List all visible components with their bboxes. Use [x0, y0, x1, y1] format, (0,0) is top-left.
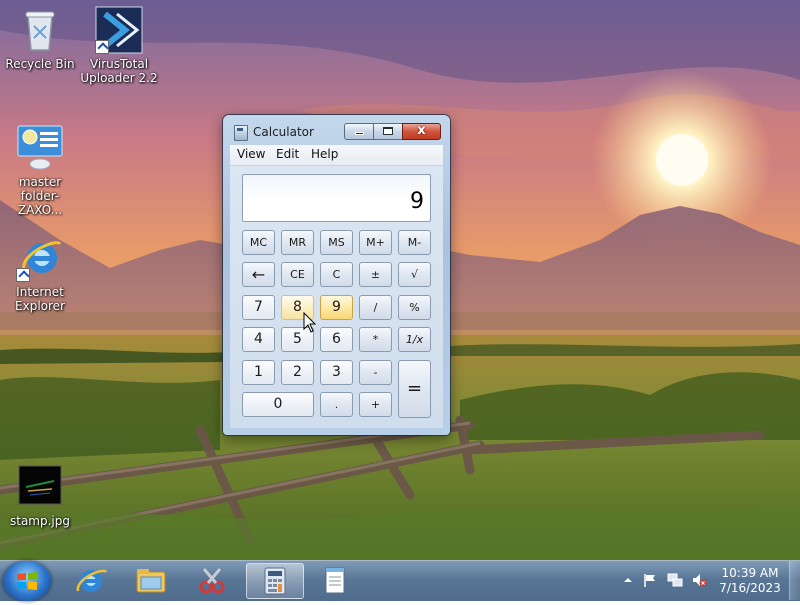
notepad-icon: [325, 567, 345, 594]
digit-3-button[interactable]: 3: [320, 360, 353, 385]
multiply-button[interactable]: *: [359, 327, 392, 352]
result-display: 9: [242, 174, 431, 222]
ie-icon: [76, 569, 108, 592]
menu-bar: View Edit Help: [230, 145, 443, 166]
snipping-tool-icon: [199, 568, 225, 594]
network-icon[interactable]: [667, 572, 683, 588]
start-button[interactable]: [3, 561, 51, 601]
m-minus-button[interactable]: M-: [398, 230, 431, 255]
master-folder-desktop-icon[interactable]: master folder-ZAXO...: [0, 124, 80, 217]
digit-0-button[interactable]: 0: [242, 392, 314, 417]
digit-2-button[interactable]: 2: [281, 360, 314, 385]
recycle-bin-desktop-icon[interactable]: Recycle Bin: [0, 6, 80, 71]
backspace-button[interactable]: ←: [242, 262, 275, 287]
windows-logo-icon: [17, 572, 37, 590]
digit-1-button[interactable]: 1: [242, 360, 275, 385]
mc-button[interactable]: MC: [242, 230, 275, 255]
system-clock[interactable]: 10:39 AM 7/16/2023: [718, 566, 782, 596]
master-folder-label-line1: master: [18, 175, 62, 189]
equals-button[interactable]: =: [398, 360, 431, 418]
m-plus-button[interactable]: M+: [359, 230, 392, 255]
calculator-body: 9 MC MR MS M+ M- ← CE C ± √ 7 8 9 / % 4 …: [230, 166, 443, 428]
calculator-window[interactable]: Calculator x View Edit Help 9 MC MR MS M…: [223, 115, 450, 435]
subtract-button[interactable]: -: [359, 360, 392, 385]
minimize-button[interactable]: [344, 123, 374, 140]
taskbar-snipping-tool[interactable]: [184, 563, 242, 599]
plus-minus-button[interactable]: ±: [359, 262, 392, 287]
mouse-cursor-icon: [303, 312, 317, 333]
master-folder-label-line2: folder-ZAXO...: [17, 189, 63, 217]
virustotal-label-line1: VirusTotal: [89, 57, 149, 71]
ce-button[interactable]: CE: [281, 262, 314, 287]
menu-edit[interactable]: Edit: [276, 147, 299, 161]
ms-button[interactable]: MS: [320, 230, 353, 255]
add-button[interactable]: +: [359, 392, 392, 417]
close-icon: x: [417, 123, 426, 138]
menu-help[interactable]: Help: [311, 147, 338, 161]
display-value: 9: [410, 189, 424, 214]
virustotal-label-line2: Uploader 2.2: [80, 71, 158, 85]
reciprocal-button[interactable]: 1/x: [398, 327, 431, 352]
virustotal-desktop-icon[interactable]: VirusTotal Uploader 2.2: [79, 6, 159, 85]
mr-button[interactable]: MR: [281, 230, 314, 255]
calculator-title-bar[interactable]: Calculator x: [223, 115, 450, 145]
taskbar-notepad[interactable]: [306, 563, 364, 599]
internet-explorer-desktop-icon[interactable]: Internet Explorer: [0, 234, 80, 313]
clock-time: 10:39 AM: [721, 566, 779, 580]
sqrt-button[interactable]: √: [398, 262, 431, 287]
show-hidden-icons-chevron-icon[interactable]: [620, 572, 636, 588]
volume-muted-icon[interactable]: [691, 572, 707, 588]
digit-4-button[interactable]: 4: [242, 327, 275, 352]
shortcut-arrow-icon: [95, 40, 109, 54]
calculator-app-icon: [234, 125, 248, 141]
shortcut-arrow-icon: [16, 268, 30, 282]
decimal-button[interactable]: .: [320, 392, 353, 417]
taskbar-calculator[interactable]: [246, 563, 304, 599]
divide-button[interactable]: /: [359, 295, 392, 320]
stamp-jpg-desktop-icon[interactable]: stamp.jpg: [0, 463, 80, 528]
taskbar-internet-explorer[interactable]: [62, 563, 120, 599]
internet-explorer-label-line1: Internet: [16, 285, 64, 299]
image-thumbnail-icon: [16, 463, 64, 511]
action-center-flag-icon[interactable]: [642, 572, 658, 588]
recycle-bin-icon: [16, 6, 64, 54]
internet-explorer-label-line2: Explorer: [15, 299, 65, 313]
show-desktop-button[interactable]: [789, 561, 800, 600]
c-button[interactable]: C: [320, 262, 353, 287]
explorer-folder-icon: [136, 569, 166, 593]
maximize-button[interactable]: [373, 123, 403, 140]
internet-explorer-icon: [16, 234, 64, 282]
percent-button[interactable]: %: [398, 295, 431, 320]
digit-7-button[interactable]: 7: [242, 295, 275, 320]
recycle-bin-label: Recycle Bin: [5, 57, 75, 71]
taskbar-windows-explorer[interactable]: [122, 563, 180, 599]
window-title: Calculator: [253, 125, 314, 139]
virustotal-uploader-icon: [95, 6, 143, 54]
stamp-jpg-label: stamp.jpg: [10, 514, 70, 528]
network-computer-icon: [16, 124, 64, 172]
clock-date: 7/16/2023: [719, 581, 781, 595]
close-button[interactable]: x: [402, 123, 441, 140]
digit-6-button[interactable]: 6: [320, 327, 353, 352]
calculator-icon: [264, 567, 286, 595]
menu-view[interactable]: View: [237, 147, 265, 161]
digit-9-button[interactable]: 9: [320, 295, 353, 320]
